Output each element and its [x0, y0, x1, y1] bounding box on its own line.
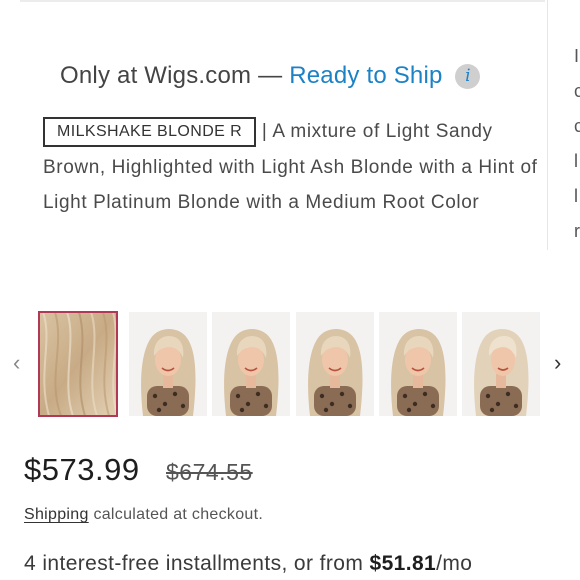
model-photo-thumbnail[interactable] — [129, 312, 207, 416]
price-row: $573.99 $674.55 — [24, 452, 253, 488]
shipping-note: Shipping calculated at checkout. — [24, 506, 263, 524]
installment-period: /mo — [436, 552, 473, 575]
image-carousel: ‹ › — [0, 311, 580, 417]
peek-char: c — [574, 116, 580, 136]
model-photo-image — [379, 312, 457, 416]
peek-char: c — [574, 81, 580, 101]
model-photo-image — [129, 312, 207, 416]
model-photo-image — [212, 312, 290, 416]
model-photo-thumbnail[interactable] — [462, 312, 540, 416]
model-photo-thumbnail[interactable] — [212, 312, 290, 416]
peek-char: r — [574, 221, 580, 241]
column-divider — [547, 0, 548, 250]
model-photo-image — [462, 312, 540, 416]
ready-to-ship-status: Ready to Ship — [289, 62, 443, 89]
shipping-link[interactable]: Shipping — [24, 506, 89, 523]
sale-price: $573.99 — [24, 452, 140, 487]
chevron-right-icon[interactable]: › — [554, 350, 561, 376]
installments-prefix: 4 interest-free installments, or from — [24, 552, 364, 575]
top-divider — [20, 0, 545, 2]
color-swatch-thumbnail[interactable] — [38, 311, 118, 417]
installments-offer: 4 interest-free installments, or from $5… — [24, 552, 472, 576]
model-photo-image — [296, 312, 374, 416]
compare-at-price: $674.55 — [166, 459, 253, 485]
peek-char: l — [574, 186, 578, 206]
color-name-badge: MILKSHAKE BLONDE R — [43, 117, 257, 147]
info-icon[interactable]: i — [455, 64, 481, 89]
exclusive-label: Only at Wigs.com — [60, 62, 252, 89]
availability-line: Only at Wigs.com — Ready to Ship i — [60, 60, 481, 92]
peek-char: I — [574, 46, 580, 66]
hair-swatch-image — [39, 312, 117, 416]
color-description: MILKSHAKE BLONDE R | A mixture of Light … — [43, 114, 543, 221]
color-separator: | — [261, 121, 268, 142]
chevron-left-icon[interactable]: ‹ — [13, 350, 20, 376]
installment-amount: $51.81 — [369, 552, 437, 575]
shipping-text: calculated at checkout. — [93, 506, 264, 523]
model-photo-thumbnail[interactable] — [296, 312, 374, 416]
adjacent-column-text: I c c l l r — [574, 46, 580, 256]
peek-char: l — [574, 151, 578, 171]
model-photo-thumbnail[interactable] — [379, 312, 457, 416]
availability-separator: — — [258, 62, 283, 89]
